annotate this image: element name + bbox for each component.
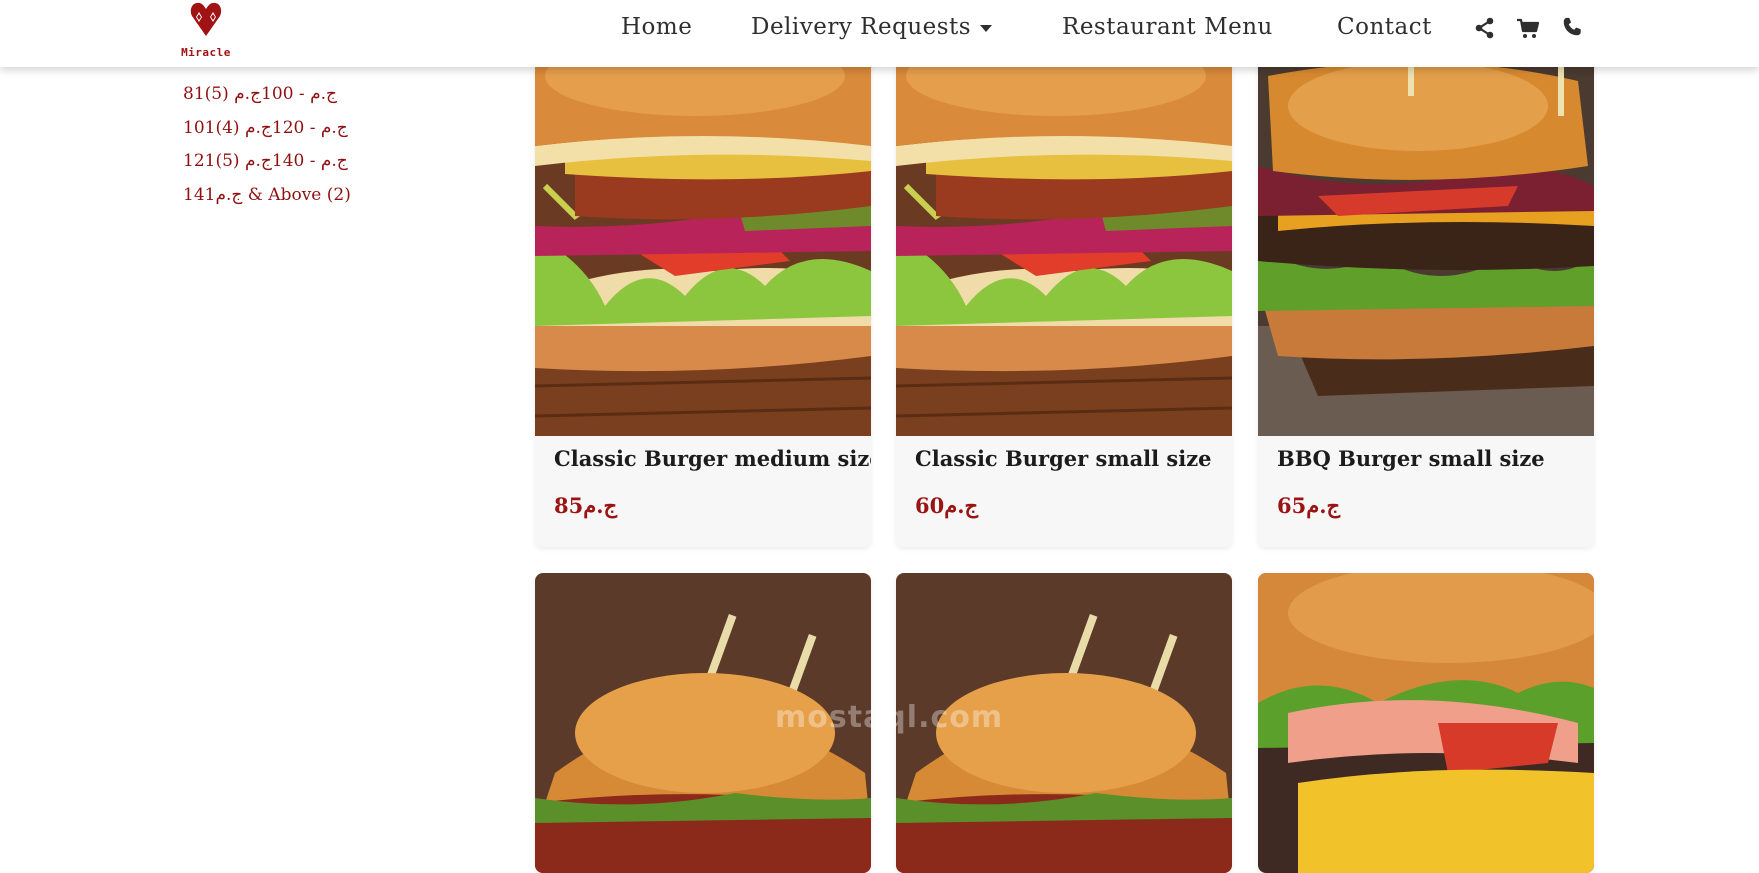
nav-delivery-requests[interactable]: Delivery Requests — [751, 14, 993, 40]
price-filter[interactable]: 101ج.م - 120ج.م (4) — [183, 112, 351, 146]
price-filter[interactable]: 141ج.م & Above (2) — [183, 179, 351, 213]
nav-delivery-label: Delivery Requests — [751, 14, 972, 40]
caret-down-icon — [980, 25, 993, 32]
product-image[interactable] — [1258, 573, 1594, 873]
product-card[interactable]: BBQ Burger small size 65ج.م — [1258, 56, 1594, 547]
product-card[interactable]: Classic Burger small size 60ج.م — [896, 56, 1232, 547]
product-title[interactable]: BBQ Burger small size — [1277, 446, 1545, 471]
nav-restaurant-menu[interactable]: Restaurant Menu — [1062, 14, 1273, 40]
product-price: 60ج.م — [915, 493, 979, 518]
product-image[interactable] — [535, 56, 871, 436]
price-filter[interactable]: 81ج.م - 100ج.م (5) — [183, 78, 351, 112]
product-image[interactable] — [1258, 56, 1594, 436]
price-filter[interactable]: 121ج.م - 140ج.م (5) — [183, 145, 351, 179]
logo-text: Miracle — [181, 46, 231, 59]
phone-icon[interactable] — [1561, 16, 1585, 40]
product-title[interactable]: Classic Burger small size — [915, 446, 1212, 471]
product-image[interactable] — [896, 56, 1232, 436]
price-filters: 81ج.م - 100ج.م (5) 101ج.م - 120ج.م (4) 1… — [183, 78, 351, 212]
product-card[interactable]: Classic Burger medium size 85ج.م — [535, 56, 871, 547]
site-header: Miracle Home Delivery Requests Restauran… — [0, 0, 1759, 67]
product-card[interactable] — [1258, 573, 1594, 873]
nav-contact[interactable]: Contact — [1337, 14, 1432, 40]
product-price: 65ج.م — [1277, 493, 1341, 518]
cart-icon[interactable] — [1516, 16, 1540, 40]
watermark: mostaql.com — [775, 700, 1004, 735]
product-title[interactable]: Classic Burger medium size — [554, 446, 871, 471]
nav-home[interactable]: Home — [621, 14, 692, 40]
product-price: 85ج.م — [554, 493, 618, 518]
share-icon[interactable] — [1473, 16, 1497, 40]
